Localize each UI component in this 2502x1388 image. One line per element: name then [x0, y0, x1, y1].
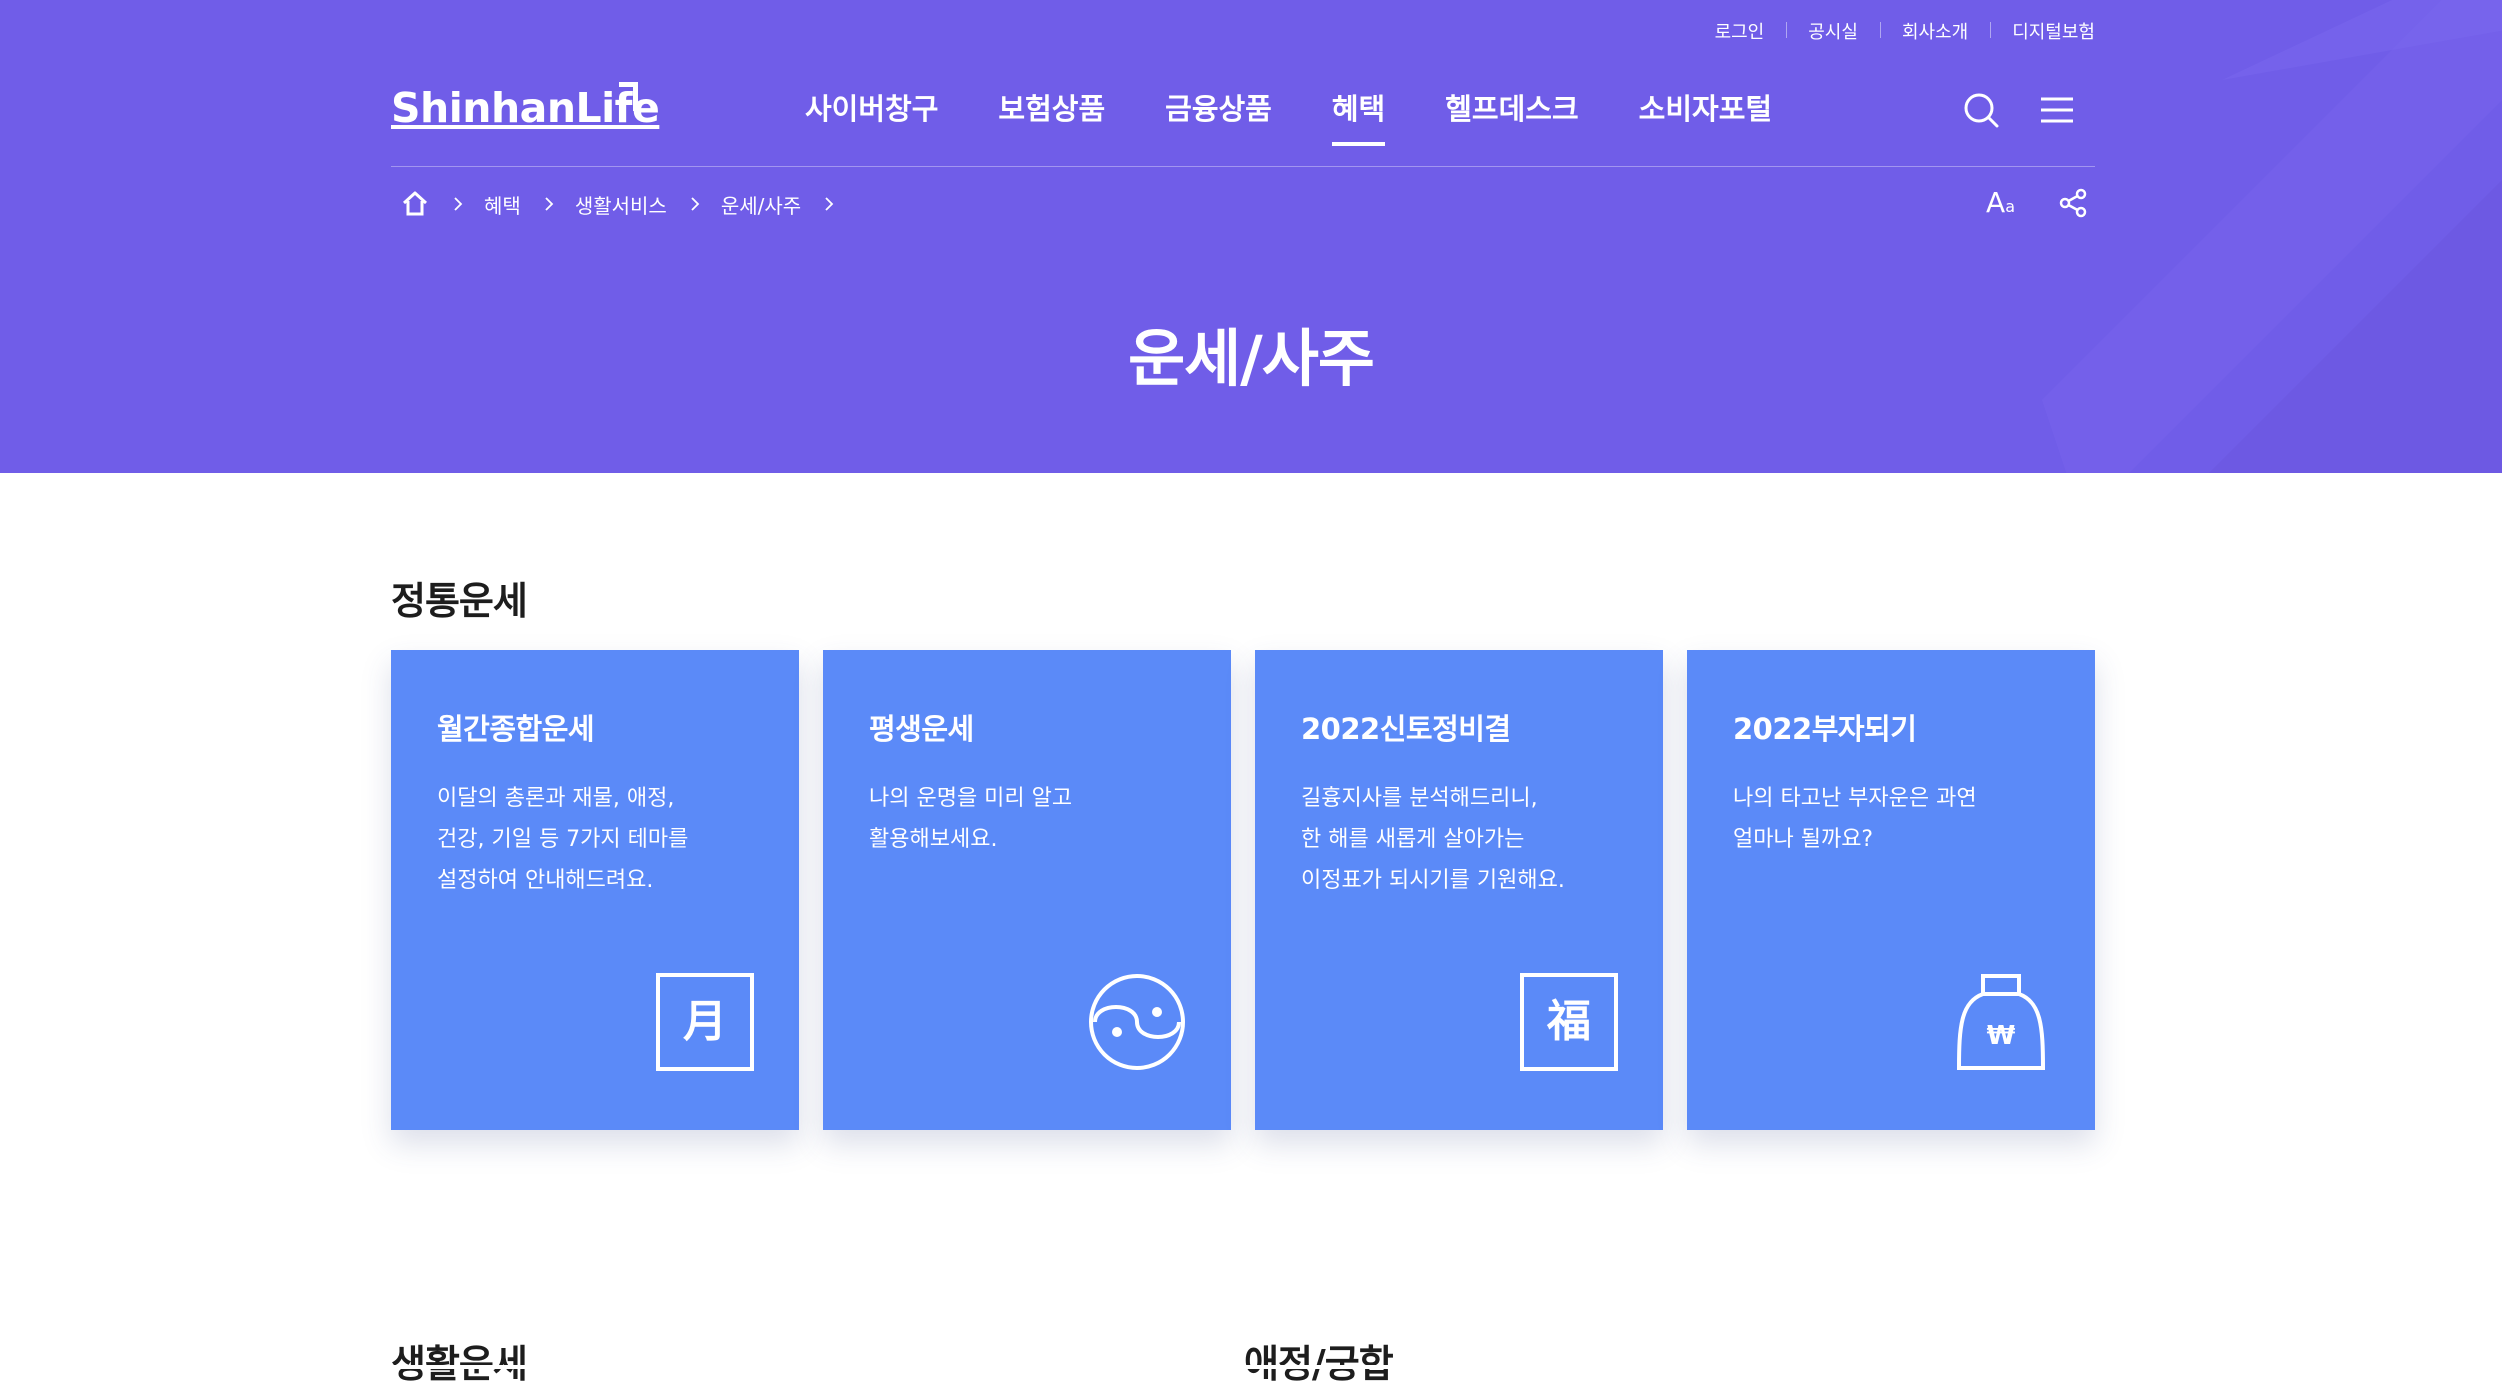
- utility-disclosure-link[interactable]: 공시실: [1786, 18, 1880, 44]
- breadcrumb-item-benefits[interactable]: 혜택: [484, 190, 521, 219]
- card-icon-glyph: 福: [1546, 996, 1591, 1047]
- card-title: 평생운세: [869, 712, 974, 746]
- menu-item-consumer-portal[interactable]: 소비자포털: [1639, 86, 1772, 146]
- menu-item-financial-products[interactable]: 금융상품: [1165, 86, 1272, 146]
- main-menu: 사이버창구 보험상품 금융상품 혜택 헬프데스크 소비자포털: [805, 86, 1772, 146]
- card-description-line: 나의 타고난 부자운은 과연: [1733, 786, 1977, 811]
- menu-item-benefits[interactable]: 혜택: [1331, 86, 1386, 146]
- fortune-bok-icon: 福: [1520, 973, 1618, 1071]
- card-tojeong-fortune[interactable]: 2022신토정비결 길흉지사를 분석해드리니, 한 해를 새롭게 살아가는 이정…: [1255, 650, 1663, 1130]
- card-description: 나의 타고난 부자운은 과연 얼마나 될까요?: [1733, 778, 1977, 860]
- nav-divider: [391, 166, 2095, 167]
- search-icon[interactable]: [1961, 90, 2001, 130]
- chevron-right-icon[interactable]: [819, 194, 839, 214]
- breadcrumb: 혜택 생활서비스 운세/사주 Aa: [391, 184, 2095, 224]
- card-description-line: 이달의 총론과 재물, 애정,: [437, 786, 675, 811]
- card-title: 월간종합운세: [437, 712, 595, 746]
- money-bag-icon: ₩: [1956, 974, 2046, 1070]
- card-description-line: 설정하여 안내해드려요.: [437, 868, 654, 893]
- card-description-line: 나의 운명을 미리 알고: [869, 786, 1073, 811]
- card-lifetime-fortune[interactable]: 평생운세 나의 운명을 미리 알고 활용해보세요.: [823, 650, 1231, 1130]
- utility-digital-insurance-link[interactable]: 디지털보험: [1990, 18, 2095, 44]
- card-title: 2022부자되기: [1733, 712, 1917, 746]
- card-description: 나의 운명을 미리 알고 활용해보세요.: [869, 778, 1072, 860]
- menu-item-cyber-counter[interactable]: 사이버창구: [805, 86, 938, 146]
- chevron-right-icon: [691, 197, 700, 211]
- breadcrumb-item-life-service[interactable]: 생활서비스: [575, 190, 667, 219]
- card-description: 길흉지사를 분석해드리니, 한 해를 새롭게 살아가는 이정표가 되시기를 기원…: [1301, 778, 1565, 901]
- page-tools: Aa: [1986, 186, 2089, 219]
- card-description-line: 한 해를 새롭게 살아가는: [1301, 827, 1525, 852]
- section-title-love-compatibility: 애정/궁합: [1244, 1342, 1394, 1386]
- calendar-month-icon: 月: [656, 973, 754, 1071]
- hamburger-menu-icon[interactable]: [2037, 90, 2077, 130]
- card-description-line: 길흉지사를 분석해드리니,: [1301, 786, 1538, 811]
- card-description: 이달의 총론과 재물, 애정, 건강, 기일 등 7가지 테마를 설정하여 안내…: [437, 778, 688, 901]
- viewport-bottom-edge: [0, 1365, 2502, 1369]
- card-description-line: 활용해보세요.: [869, 827, 998, 852]
- logo-mark: [619, 82, 638, 111]
- utility-nav: 로그인 공시실 회사소개 디지털보험: [391, 14, 2095, 48]
- card-title: 2022신토정비결: [1301, 712, 1511, 746]
- section-title-daily-fortune: 생활운세: [391, 1342, 528, 1386]
- utility-login-link[interactable]: 로그인: [1693, 18, 1787, 44]
- chevron-right-icon: [454, 197, 463, 211]
- card-rich-fortune[interactable]: 2022부자되기 나의 타고난 부자운은 과연 얼마나 될까요? ₩: [1687, 650, 2095, 1130]
- page-title: 운세/사주: [1128, 322, 1375, 395]
- utility-about-link[interactable]: 회사소개: [1879, 18, 1990, 44]
- menu-item-helpdesk[interactable]: 헬프데스크: [1445, 86, 1578, 146]
- menu-item-insurance-products[interactable]: 보험상품: [998, 86, 1105, 146]
- share-icon[interactable]: [2057, 187, 2089, 219]
- section-title-traditional-fortune: 정통운세: [391, 579, 528, 623]
- fortune-card-list: 월간종합운세 이달의 총론과 재물, 애정, 건강, 기일 등 7가지 테마를 …: [391, 650, 2095, 1130]
- chevron-right-icon: [545, 197, 554, 211]
- card-icon-glyph: 月: [683, 996, 727, 1047]
- card-icon-glyph: ₩: [1987, 1021, 2016, 1051]
- home-icon[interactable]: [400, 189, 430, 219]
- global-nav: ShinhanLife 사이버창구 보험상품 금융상품 혜택 헬프데스크 소비자…: [391, 70, 2095, 166]
- font-size-small-label: a: [2005, 197, 2015, 216]
- yin-yang-icon: [1089, 974, 1185, 1070]
- card-description-line: 얼마나 될까요?: [1733, 827, 1874, 852]
- card-description-line: 이정표가 되시기를 기원해요.: [1301, 868, 1565, 893]
- card-description-line: 건강, 기일 등 7가지 테마를: [437, 827, 689, 852]
- font-size-button[interactable]: Aa: [1986, 186, 2015, 219]
- breadcrumb-item-fortune[interactable]: 운세/사주: [721, 190, 801, 219]
- font-size-label: A: [1986, 186, 2006, 219]
- card-monthly-fortune[interactable]: 월간종합운세 이달의 총론과 재물, 애정, 건강, 기일 등 7가지 테마를 …: [391, 650, 799, 1130]
